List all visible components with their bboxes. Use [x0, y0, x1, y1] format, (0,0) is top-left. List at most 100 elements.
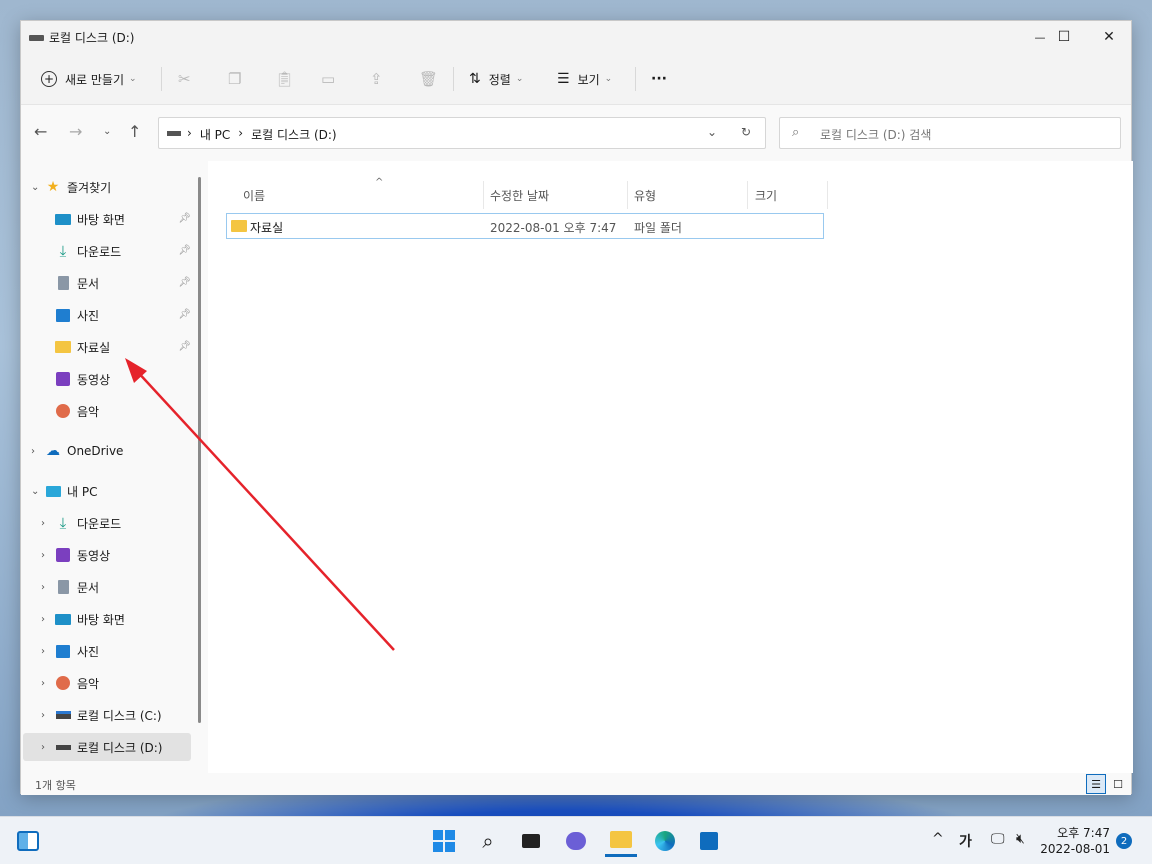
network-icon[interactable]: 🖵︎ [991, 831, 1005, 847]
clock-date: 2022-08-01 [1040, 842, 1110, 856]
sidebar-scrollbar[interactable] [198, 177, 201, 723]
delete-button[interactable]: 🗑︎ [419, 65, 438, 93]
details-view-button[interactable]: ☰ [1086, 774, 1106, 794]
sidebar-item-jaryosil[interactable]: 자료실 📌︎ [55, 333, 191, 361]
star-icon: ★ [46, 179, 60, 195]
videos-icon [55, 371, 71, 387]
document-icon [55, 579, 71, 595]
sidebar-item-videos[interactable]: › 동영상 [33, 541, 191, 569]
sidebar-item-pictures[interactable]: 사진 📌︎ [55, 301, 191, 329]
chevron-up-icon[interactable]: ^ [932, 831, 944, 847]
chevron-right-icon: › [41, 581, 45, 593]
breadcrumb-item[interactable]: 로컬 디스크 (D:) [251, 126, 336, 143]
desktop-icon [55, 211, 71, 227]
task-view-button[interactable] [515, 825, 547, 857]
refresh-button[interactable]: ↻ [741, 125, 751, 139]
share-button[interactable]: ⇪ [370, 65, 383, 93]
store-button[interactable] [693, 825, 725, 857]
sidebar-item-drive-d[interactable]: › 로컬 디스크 (D:) [23, 733, 191, 761]
rename-button[interactable]: ▭ [321, 65, 335, 93]
column-header-modified[interactable]: 수정한 날짜 [490, 181, 549, 209]
pin-icon[interactable]: 📌︎ [178, 245, 191, 256]
toolbar-divider [161, 67, 162, 91]
chevron-right-icon: › [41, 741, 45, 753]
tiles-view-icon: ☐ [1113, 777, 1123, 791]
column-divider[interactable] [627, 181, 628, 209]
start-button[interactable] [428, 825, 460, 857]
paste-button[interactable]: 📋︎ [275, 65, 294, 93]
sidebar-item-music[interactable]: › 음악 [33, 669, 191, 697]
monitor-icon [45, 483, 61, 499]
sidebar-item-downloads[interactable]: › ⤓ 다운로드 [33, 509, 191, 537]
ime-indicator[interactable]: 가 [959, 831, 972, 851]
item-count: 1개 항목 [35, 779, 76, 792]
sort-ascending-icon: ^ [375, 177, 384, 188]
pin-icon[interactable]: 📌︎ [178, 309, 191, 320]
chevron-right-icon: › [31, 445, 35, 457]
drive-icon [29, 35, 44, 41]
file-explorer-button[interactable] [605, 825, 637, 857]
edge-button[interactable] [649, 825, 681, 857]
sidebar-item-favorites[interactable]: ⌄ ★ 즐겨찾기 [23, 173, 191, 201]
music-icon [55, 403, 71, 419]
sort-icon: ⇅ [469, 71, 481, 87]
sort-button[interactable]: ⇅ 정렬 ⌄ [469, 65, 523, 93]
navigation-pane: ⌄ ★ 즐겨찾기 바탕 화면 📌︎ ⤓ 다운로드 📌︎ 문서 📌︎ 사진 📌︎ [21, 161, 208, 773]
column-header-type[interactable]: 유형 [634, 181, 656, 209]
sidebar-item-documents[interactable]: 문서 📌︎ [55, 269, 191, 297]
volume-muted-icon[interactable]: 🔇︎ [1016, 831, 1025, 847]
widgets-button[interactable] [12, 825, 44, 857]
windows-drive-icon [55, 707, 71, 723]
chevron-down-icon: ⌄ [129, 74, 137, 84]
breadcrumb-item[interactable]: 내 PC [200, 126, 230, 143]
search-button[interactable]: ⌕ [472, 825, 504, 857]
cut-button[interactable]: ✂ [178, 65, 191, 93]
address-bar[interactable]: › 내 PC › 로컬 디스크 (D:) ⌄ ↻ [158, 117, 766, 149]
sidebar-item-music[interactable]: 음악 [55, 397, 191, 425]
sidebar-item-onedrive[interactable]: › ☁ OneDrive [23, 437, 191, 465]
up-button[interactable]: ↑ [128, 122, 141, 141]
close-button[interactable]: ✕ [1086, 21, 1132, 53]
notification-badge[interactable]: 2 [1116, 833, 1132, 849]
maximize-button[interactable]: ☐ [1041, 21, 1087, 53]
sidebar-item-desktop[interactable]: › 바탕 화면 [33, 605, 191, 633]
pin-icon[interactable]: 📌︎ [178, 277, 191, 288]
plus-circle-icon: + [41, 71, 57, 87]
chevron-right-icon: › [41, 549, 45, 561]
back-button[interactable]: ← [34, 122, 47, 141]
command-bar: + 새로 만들기 ⌄ ✂ ❐ 📋︎ ▭ ⇪ 🗑︎ ⇅ 정렬 ⌄ ☰ 보기 ⌄ ·… [21, 53, 1131, 105]
file-list-pane: ^ 이름 수정한 날짜 유형 크기 자료실 2022-08-01 오후 7:47… [209, 161, 1133, 773]
new-button[interactable]: + 새로 만들기 ⌄ [41, 65, 137, 93]
sidebar-item-downloads[interactable]: ⤓ 다운로드 📌︎ [55, 237, 191, 265]
chat-icon [566, 832, 586, 850]
pin-icon[interactable]: 📌︎ [178, 341, 191, 352]
column-header-size[interactable]: 크기 [755, 181, 777, 209]
address-dropdown-button[interactable]: ⌄ [707, 125, 717, 139]
view-button[interactable]: ☰ 보기 ⌄ [557, 65, 612, 93]
tiles-view-button[interactable]: ☐ [1108, 774, 1128, 794]
forward-button[interactable]: → [69, 122, 82, 141]
recent-locations-button[interactable]: ⌄ [103, 126, 111, 137]
search-box[interactable]: ⌕ 로컬 디스크 (D:) 검색 [779, 117, 1121, 149]
table-row[interactable]: 자료실 2022-08-01 오후 7:47 파일 폴더 [226, 213, 824, 239]
clock[interactable]: 오후 7:47 2022-08-01 [1040, 825, 1110, 857]
column-header-name[interactable]: 이름 [243, 181, 265, 209]
sidebar-item-pictures[interactable]: › 사진 [33, 637, 191, 665]
sidebar-item-documents[interactable]: › 문서 [33, 573, 191, 601]
more-options-button[interactable]: ··· [651, 65, 667, 93]
delete-icon: 🗑︎ [419, 70, 439, 88]
column-divider[interactable] [827, 181, 828, 209]
chevron-right-icon: › [41, 613, 45, 625]
column-divider[interactable] [483, 181, 484, 209]
pin-icon[interactable]: 📌︎ [178, 213, 191, 224]
search-icon: ⌕ [792, 125, 800, 140]
chat-button[interactable] [560, 825, 592, 857]
sidebar-item-drive-c[interactable]: › 로컬 디스크 (C:) [33, 701, 191, 729]
column-divider[interactable] [747, 181, 748, 209]
download-icon: ⤓ [59, 242, 67, 260]
window-title: 로컬 디스크 (D:) [49, 31, 135, 45]
copy-button[interactable]: ❐ [228, 65, 241, 93]
sidebar-item-this-pc[interactable]: ⌄ 내 PC [23, 477, 191, 505]
sidebar-item-videos[interactable]: 동영상 [55, 365, 191, 393]
sidebar-item-desktop[interactable]: 바탕 화면 📌︎ [55, 205, 191, 233]
